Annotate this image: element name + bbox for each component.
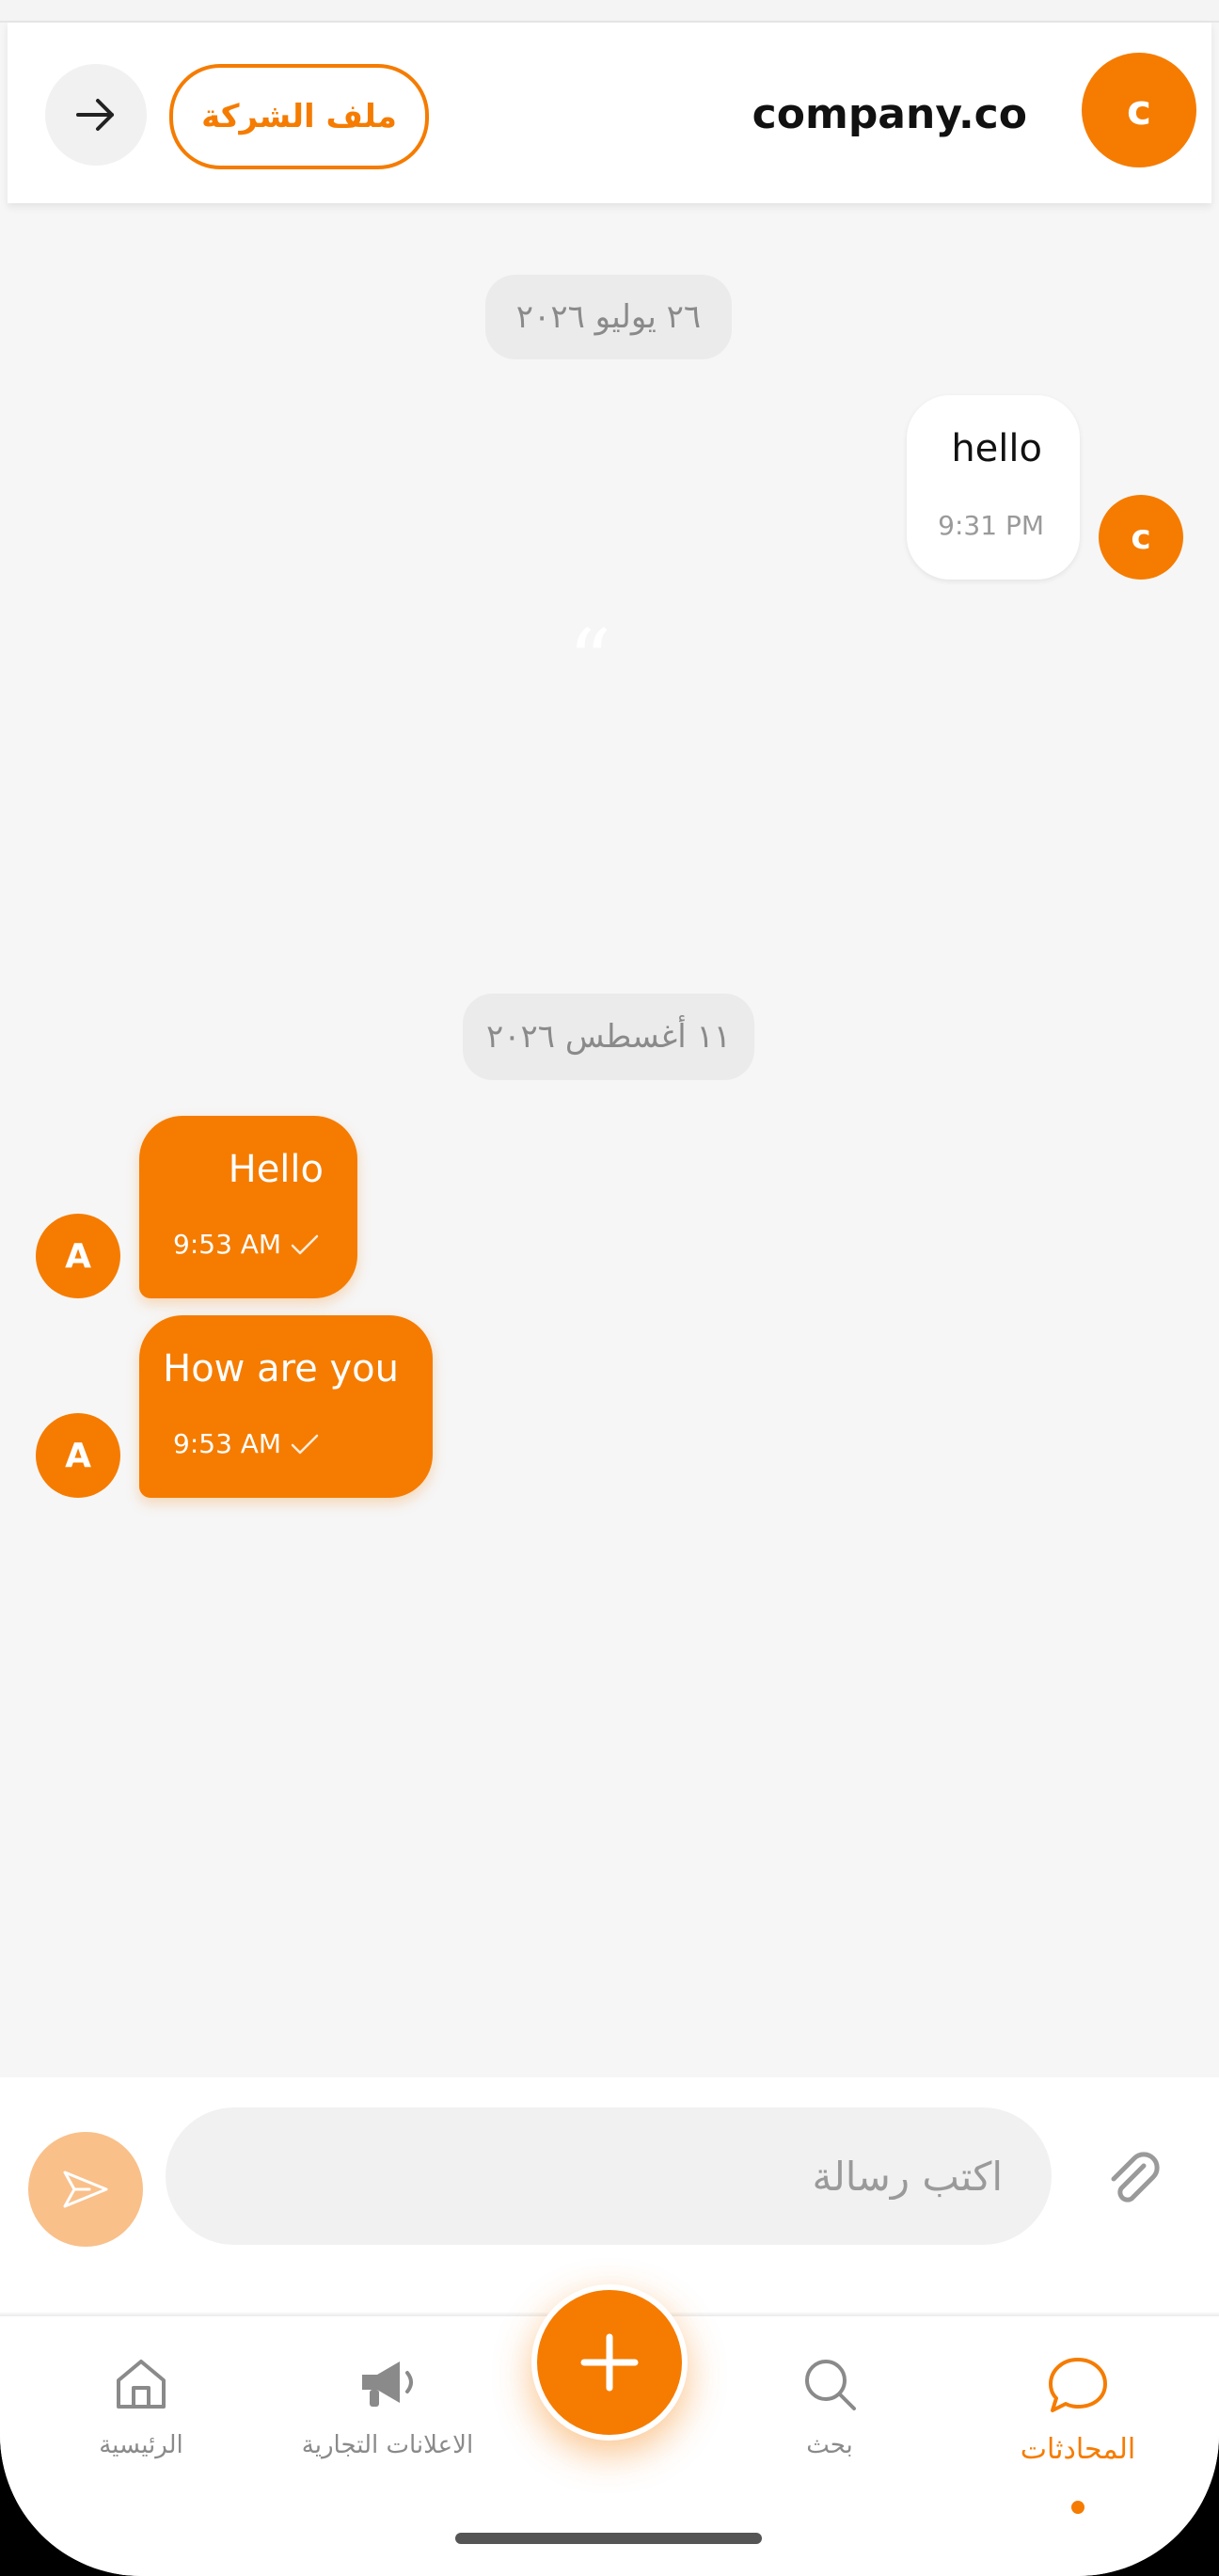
tab-label: الرئيسية (99, 2431, 183, 2459)
date-separator: ٢٦ يوليو ٢٠٢٦ (485, 275, 732, 359)
date-separator: ١١ أغسطس ٢٠٢٦ (463, 994, 754, 1080)
add-button[interactable] (531, 2284, 688, 2441)
company-avatar[interactable]: c (1082, 53, 1196, 167)
message-bubble-incoming: hello 9:31 PM (907, 395, 1080, 580)
tab-label: بحث (806, 2431, 853, 2459)
message-time: 9:53 AM (173, 1428, 282, 1459)
plus-icon (580, 2333, 639, 2392)
message-input[interactable] (166, 2107, 1052, 2245)
status-strip (0, 0, 1219, 23)
send-button[interactable] (28, 2132, 143, 2247)
sender-avatar: A (36, 1214, 120, 1298)
message-text: Hello (228, 1148, 324, 1191)
megaphone-icon (362, 2361, 413, 2407)
arrow-right-icon (76, 99, 114, 131)
message-composer (0, 2077, 1219, 2313)
chat-bubble-icon (1049, 2358, 1107, 2412)
message-time: 9:53 AM (173, 1229, 282, 1260)
message-text: hello (951, 427, 1042, 470)
tab-label: الاعلانات التجارية (301, 2431, 474, 2459)
tab-ads[interactable]: الاعلانات التجارية (284, 2354, 491, 2504)
tab-chats[interactable]: المحادثات (974, 2354, 1181, 2504)
check-icon (291, 1234, 319, 1255)
check-icon (291, 1434, 319, 1455)
message-time: 9:31 PM (938, 510, 1044, 541)
company-profile-button[interactable]: ملف الشركة (169, 64, 429, 169)
send-icon (63, 2171, 108, 2208)
search-icon (805, 2360, 856, 2410)
tab-home[interactable]: الرئيسية (38, 2354, 245, 2504)
sender-avatar: c (1099, 495, 1183, 580)
active-tab-indicator (1071, 2501, 1084, 2514)
tab-label: المحادثات (1020, 2433, 1136, 2466)
chat-header: ملف الشركة company.co c (8, 23, 1211, 203)
chat-screen: ملف الشركة company.co c ٢٦ يوليو ٢٠٢٦ he… (0, 0, 1219, 2576)
message-bubble-outgoing: How are you 9:53 AM (139, 1315, 433, 1498)
quote-decoration: “ (568, 612, 612, 710)
sender-avatar: A (36, 1413, 120, 1498)
paperclip-icon (1111, 2152, 1160, 2202)
company-name: company.co (752, 90, 1027, 138)
home-icon (117, 2360, 166, 2409)
back-button[interactable] (45, 64, 147, 166)
message-text: How are you (163, 1347, 399, 1391)
tab-search[interactable]: بحث (726, 2354, 933, 2504)
message-bubble-outgoing: Hello 9:53 AM (139, 1116, 357, 1298)
home-indicator (455, 2533, 762, 2544)
attach-button[interactable] (1095, 2141, 1176, 2222)
